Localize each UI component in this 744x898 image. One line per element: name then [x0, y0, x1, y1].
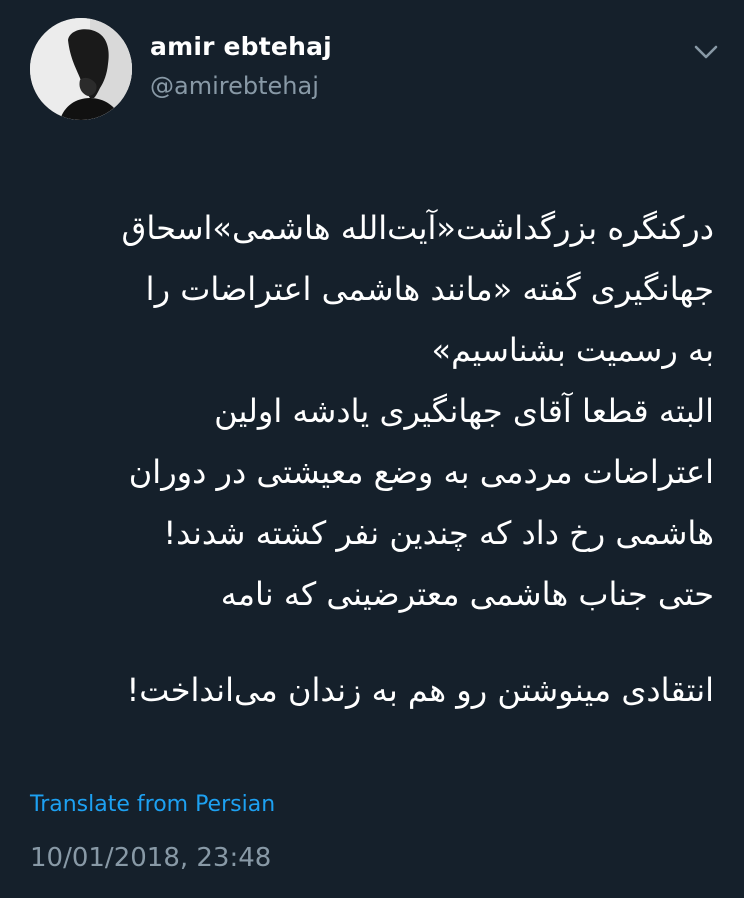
display-name[interactable]: amir ebtehaj	[150, 32, 332, 61]
translate-link[interactable]: Translate from Persian	[30, 792, 275, 817]
tweet-text: درکنگره بزرگداشت«آیت‌الله هاشمی»اسحاق جه…	[24, 198, 714, 721]
tweet-text-line: به رسمیت بشناسیم»	[431, 331, 714, 369]
user-handle[interactable]: @amirebtehaj	[150, 72, 319, 100]
tweet-text-line: جهانگیری گفته «مانند هاشمی اعتراضات را	[145, 270, 714, 308]
tweet-text-line: هاشمی رخ داد که چندین نفر کشته شدند!	[163, 514, 714, 552]
avatar[interactable]	[30, 18, 132, 120]
tweet-card: amir ebtehaj @amirebtehaj درکنگره بزرگدا…	[0, 0, 744, 898]
tweet-text-line: انتقادی مینوشتن رو هم به زندان می‌انداخت…	[126, 671, 714, 709]
tweet-timestamp[interactable]: 10/01/2018, 23:48	[30, 843, 271, 873]
tweet-text-line: اعتراضات مردمی به وضع معیشتی در دوران	[128, 453, 714, 491]
tweet-text-line: حتی جناب هاشمی معترضینی که نامه	[220, 575, 714, 613]
tweet-text-line: درکنگره بزرگداشت«آیت‌الله هاشمی»اسحاق	[121, 209, 714, 247]
tweet-text-line: البته قطعا آقای جهانگیری یادشه اولین	[214, 392, 714, 430]
chevron-down-icon[interactable]	[690, 40, 722, 64]
